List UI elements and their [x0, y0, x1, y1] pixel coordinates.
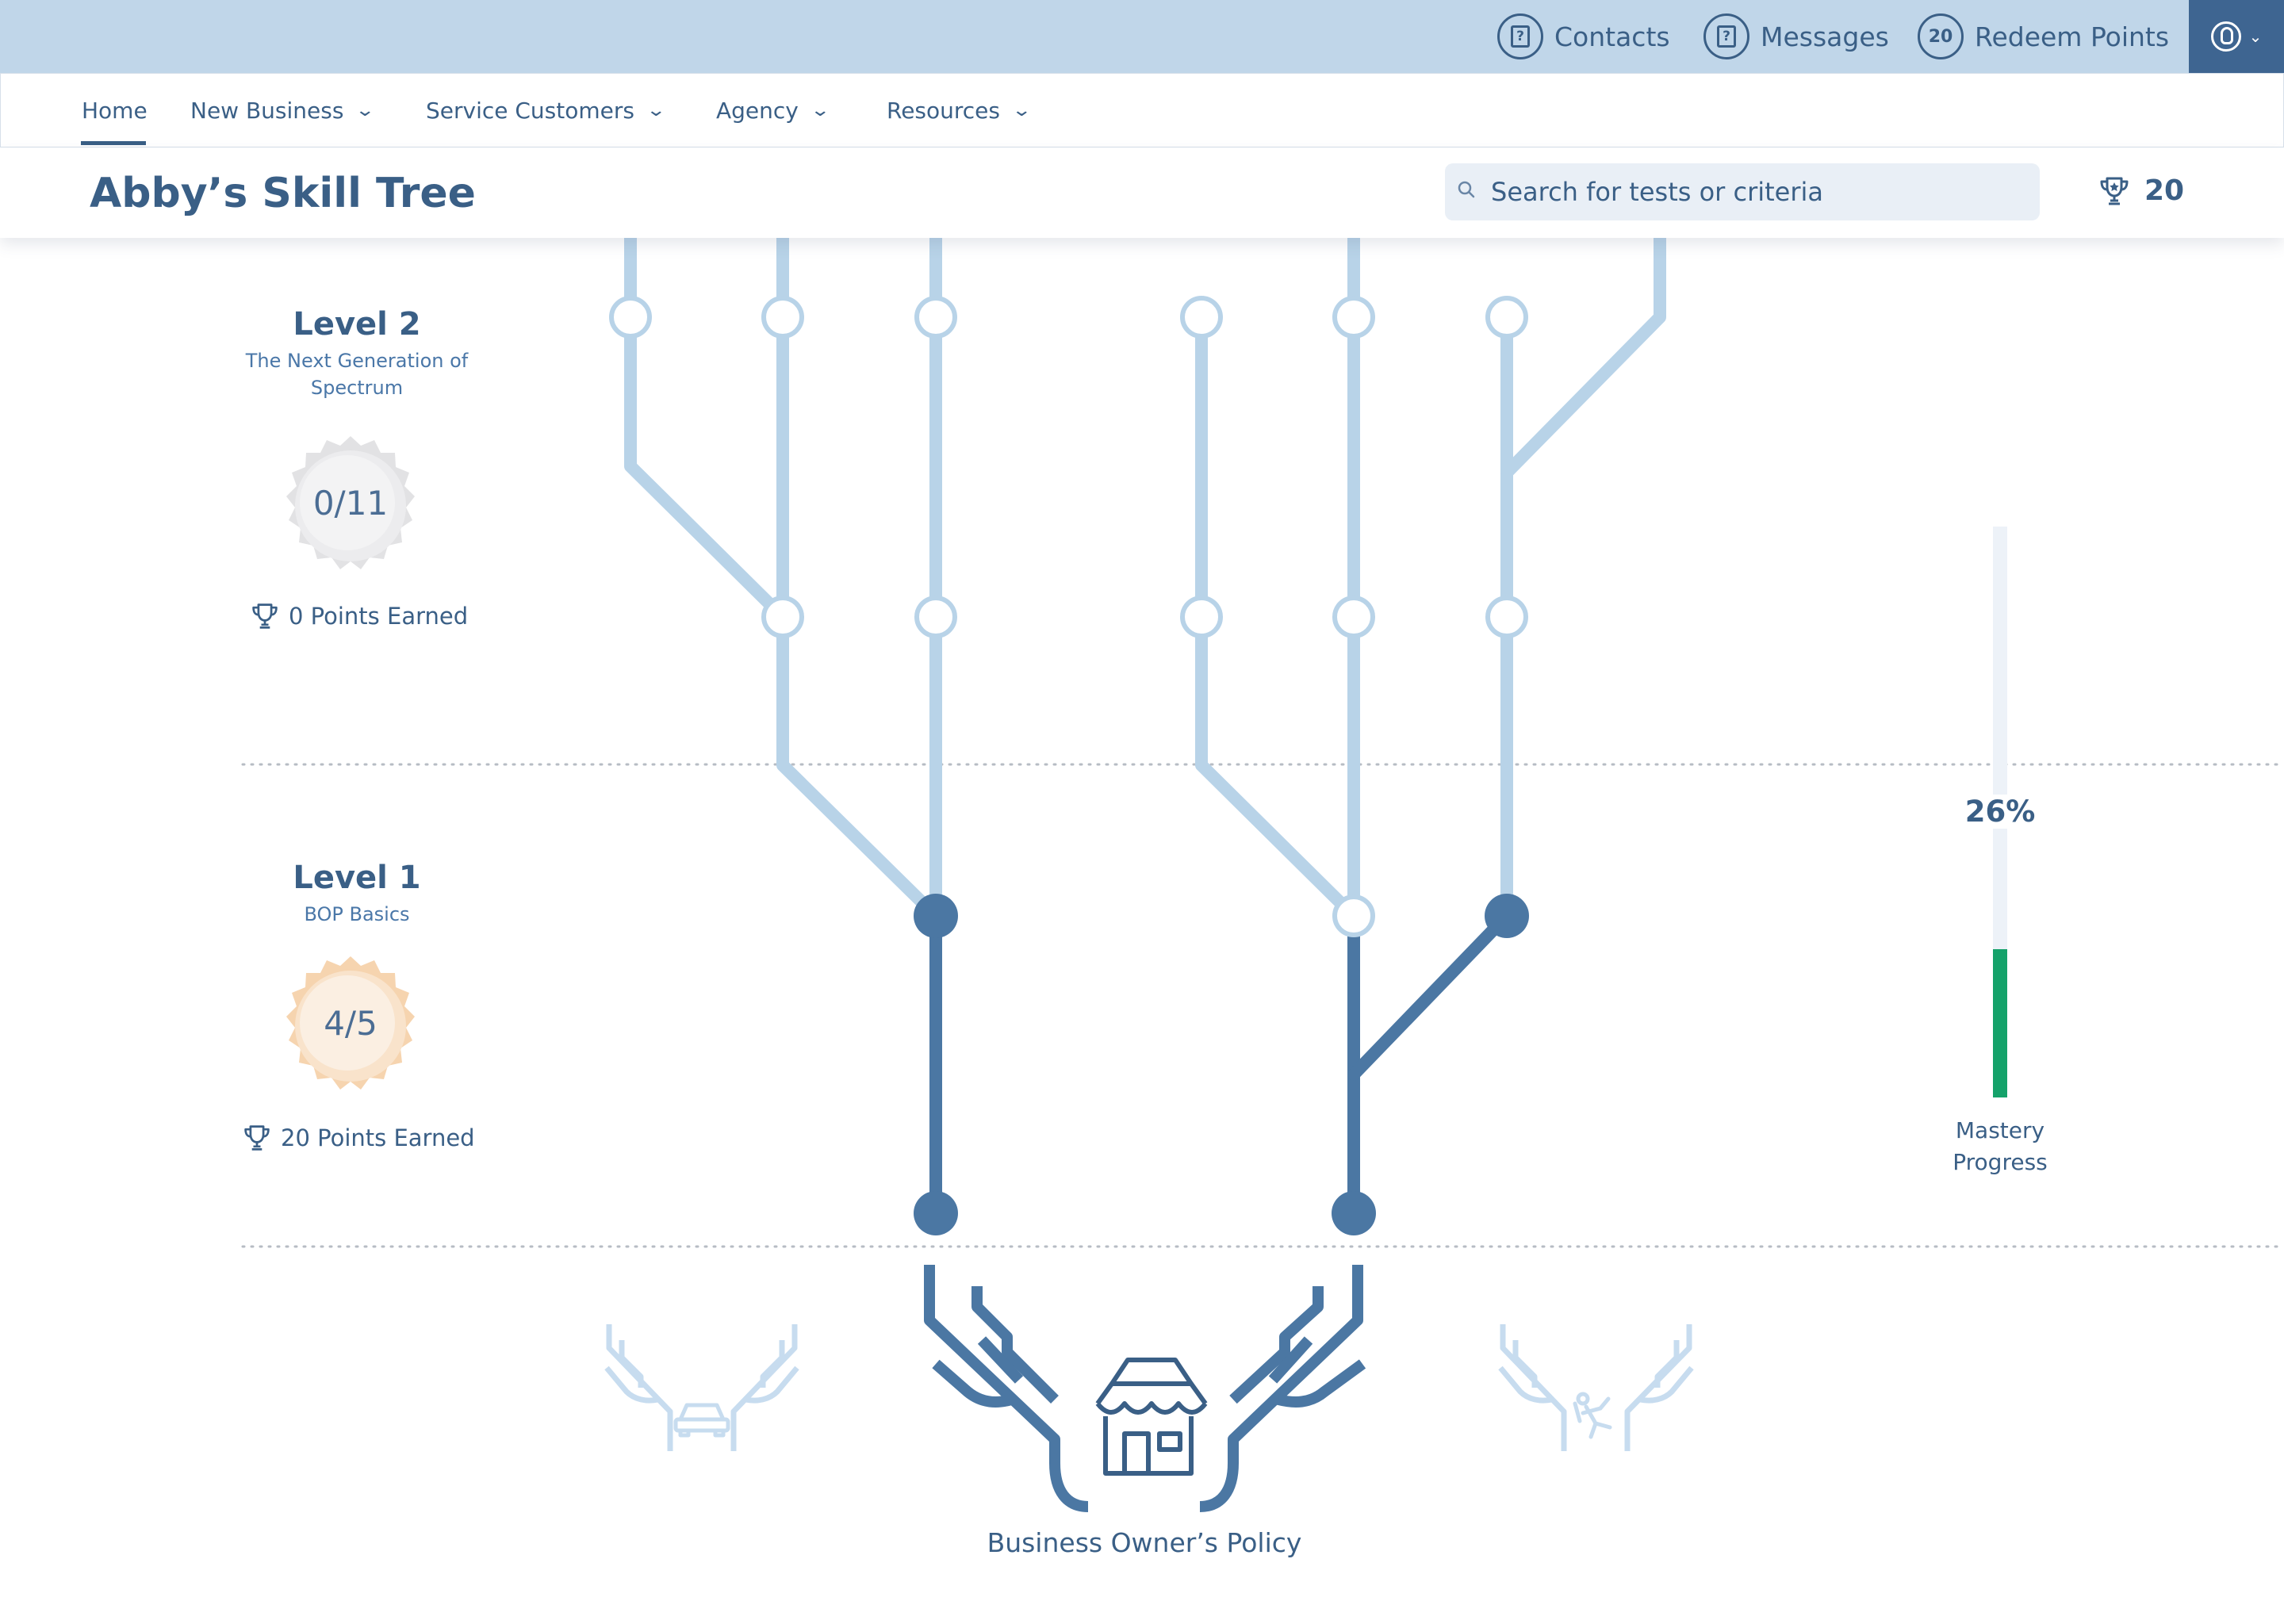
nav-item-label: Home	[82, 97, 148, 124]
nav-item-label: Service Customers	[426, 97, 634, 124]
skill-node	[609, 296, 652, 339]
nav-item-label: Agency	[716, 97, 799, 124]
skill-tree-graphic	[241, 232, 2284, 1512]
skill-node	[1485, 596, 1528, 638]
contacts-button[interactable]: ? Contacts	[1497, 0, 1670, 73]
nav-item-agency[interactable]: Agency ⌄	[716, 74, 830, 147]
locked-nodes	[609, 296, 1528, 937]
points-earned-label: 20 Points Earned	[281, 1124, 475, 1151]
level-subtitle: The Next Generation of Spectrum	[245, 350, 469, 399]
chevron-down-icon: ⌄	[810, 100, 830, 121]
skill-node	[1180, 596, 1223, 638]
skill-node	[761, 596, 804, 638]
user-menu-button[interactable]: ⌄	[2189, 0, 2284, 73]
chevron-down-icon: ⌄	[2248, 27, 2263, 46]
nav-item-label: New Business	[190, 97, 344, 124]
trophy-icon	[244, 1125, 270, 1151]
messages-icon: ?	[1703, 13, 1749, 59]
level-title: Level 2	[293, 306, 421, 343]
contacts-icon: ?	[1497, 13, 1543, 59]
chevron-down-icon: ⌄	[354, 100, 376, 121]
skill-node-complete	[1332, 1191, 1376, 1235]
skill-node	[1485, 296, 1528, 339]
level-1-badge: 4/5	[271, 944, 430, 1102]
level-subtitle: BOP Basics	[304, 903, 410, 925]
mastery-progress-fill	[1993, 948, 2007, 1097]
level-2-points: 0 Points Earned	[251, 601, 468, 631]
nav-item-label: Resources	[887, 97, 1000, 124]
trophy-icon	[252, 603, 278, 629]
nav-item-new-business[interactable]: New Business ⌄	[190, 74, 376, 147]
skill-node	[761, 296, 804, 339]
completed-nodes	[914, 894, 1529, 1235]
redeem-points-button[interactable]: 20 Redeem Points	[1918, 0, 2169, 73]
points-count-badge: 20	[1918, 13, 1964, 59]
page-header: Abby’s Skill Tree 20	[0, 147, 2284, 238]
skill-node	[914, 296, 957, 339]
skill-node	[1180, 296, 1223, 339]
nav-item-home[interactable]: Home	[82, 74, 148, 147]
chevron-down-icon: ⌄	[1011, 100, 1033, 121]
skill-node	[1332, 596, 1375, 638]
search-input[interactable]	[1445, 163, 2040, 220]
level-title: Level 1	[293, 860, 421, 896]
level-1-points: 20 Points Earned	[243, 1123, 475, 1153]
car-icon	[673, 1403, 730, 1438]
level-2-progress: 0/11	[312, 484, 389, 523]
shop-icon	[1095, 1358, 1208, 1476]
injury-roots	[1498, 1324, 1694, 1451]
level-2-badge: 0/11	[271, 423, 430, 582]
points-earned-label: 0 Points Earned	[289, 603, 469, 630]
nav-item-resources[interactable]: Resources ⌄	[887, 74, 1033, 147]
main-nav: Home New Business ⌄ Service Customers ⌄ …	[0, 73, 2284, 147]
points-total: 20	[2098, 174, 2184, 207]
skill-node-complete	[1485, 894, 1529, 938]
skill-node	[914, 596, 957, 638]
search-icon	[1458, 181, 1475, 198]
skill-node-complete	[914, 894, 958, 938]
contacts-label: Contacts	[1554, 21, 1670, 52]
trophy-icon	[2100, 177, 2129, 205]
skill-node	[1332, 894, 1375, 937]
messages-label: Messages	[1761, 21, 1889, 52]
level-1-progress: 4/5	[324, 1004, 377, 1043]
nav-item-service-customers[interactable]: Service Customers ⌄	[426, 74, 667, 147]
chevron-down-icon: ⌄	[646, 100, 667, 121]
points-total-value: 20	[2144, 174, 2185, 207]
locked-branches	[624, 232, 1666, 922]
redeem-points-label: Redeem Points	[1975, 21, 2170, 52]
skill-node	[1332, 296, 1375, 339]
person-falling-icon	[1573, 1392, 1612, 1439]
level-2-heading: Level 2 The Next Generation of Spectrum	[230, 306, 484, 401]
active-nav-indicator	[81, 141, 146, 145]
top-utility-bar: ? Contacts ? Messages 20 Redeem Points ⌄	[0, 0, 2284, 73]
root-skill-label[interactable]: Business Owner’s Policy	[912, 1527, 1377, 1558]
page-title: Abby’s Skill Tree	[90, 170, 476, 217]
skill-node-complete	[914, 1191, 958, 1235]
level-1-heading: Level 1 BOP Basics	[230, 860, 484, 928]
mastery-percent: 26%	[1945, 795, 2056, 829]
completed-branches	[929, 910, 1513, 1220]
mastery-label: Mastery Progress	[1953, 1117, 2048, 1175]
messages-button[interactable]: ? Messages	[1703, 0, 1889, 73]
user-icon	[2210, 21, 2241, 52]
